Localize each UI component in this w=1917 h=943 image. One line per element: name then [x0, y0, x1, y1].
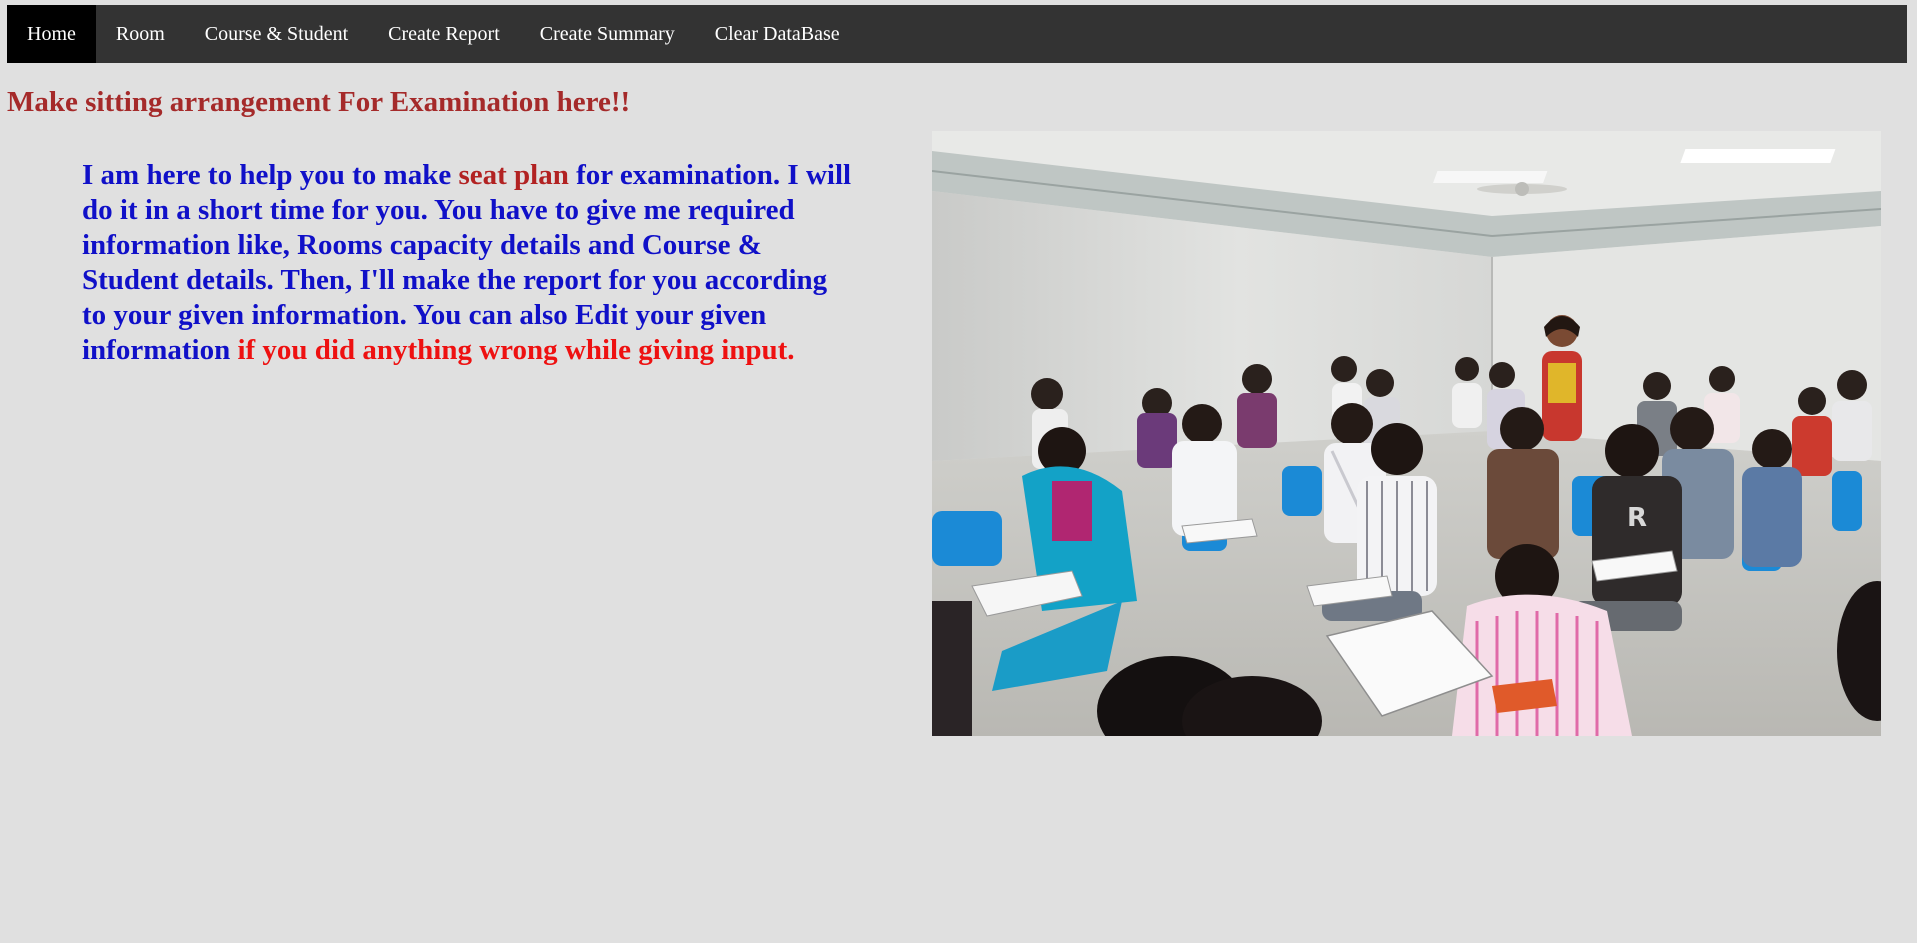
exam-classroom-illustration: R: [932, 131, 1881, 736]
nav-create-summary[interactable]: Create Summary: [520, 5, 695, 63]
intro-text-part1: I am here to help you to make: [82, 159, 459, 191]
exam-classroom-photo: R: [932, 131, 1881, 736]
nav-clear-database[interactable]: Clear DataBase: [695, 5, 860, 63]
warning-highlight: if you did anything wrong while giving i…: [237, 334, 795, 366]
nav-home[interactable]: Home: [7, 5, 96, 63]
teacher-figure: [1542, 315, 1582, 441]
page-title: Make sitting arrangement For Examination…: [7, 86, 631, 118]
nav-course-student[interactable]: Course & Student: [185, 5, 368, 63]
intro-paragraph: I am here to help you to make seat plan …: [82, 158, 852, 368]
top-navbar: Home Room Course & Student Create Report…: [7, 5, 1907, 63]
nav-create-report[interactable]: Create Report: [368, 5, 520, 63]
nav-room[interactable]: Room: [96, 5, 185, 63]
seat-plan-highlight: seat plan: [458, 159, 569, 191]
svg-text:R: R: [1627, 503, 1647, 533]
